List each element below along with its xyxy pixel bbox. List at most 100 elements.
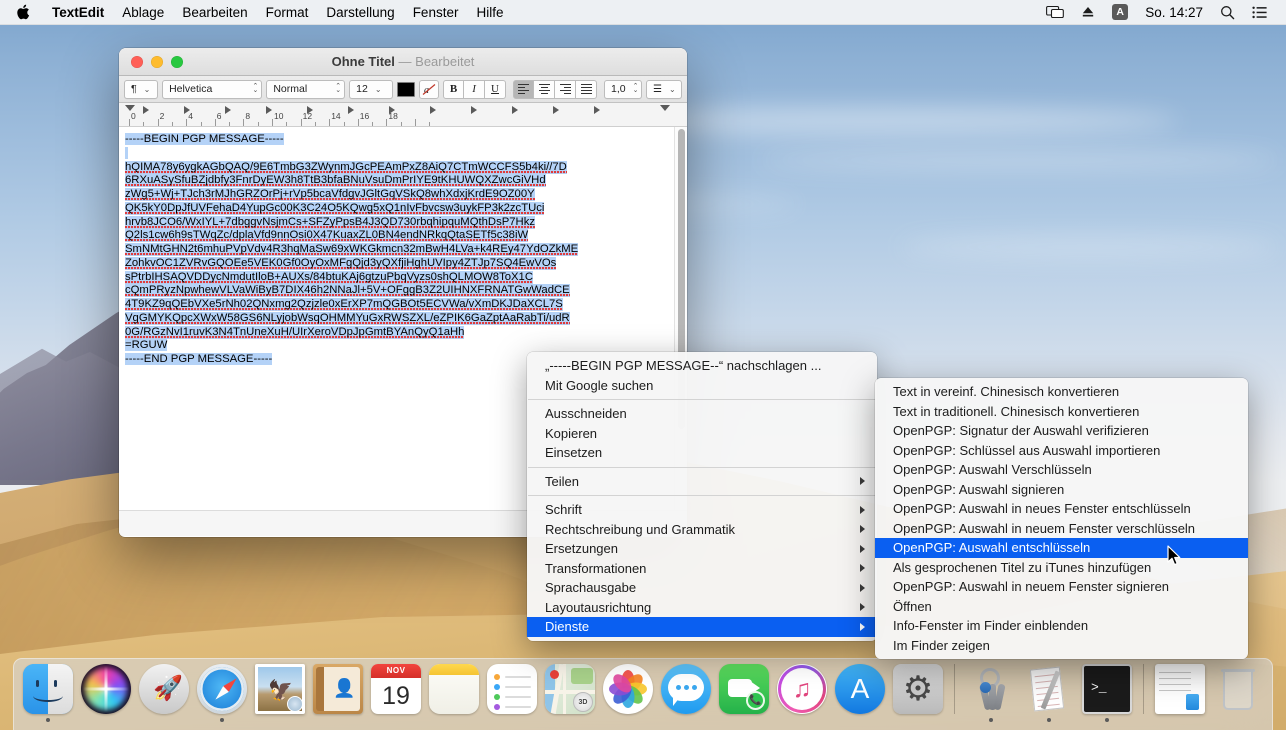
context-menu-item[interactable]: Schrift	[527, 500, 877, 520]
align-left-button[interactable]	[513, 80, 534, 99]
services-submenu-item[interactable]: OpenPGP: Auswahl Verschlüsseln	[875, 460, 1248, 480]
services-submenu-item[interactable]: Text in traditionell. Chinesisch konvert…	[875, 402, 1248, 422]
context-menu-item[interactable]: Mit Google suchen	[527, 376, 877, 396]
paragraph-style-dropdown[interactable]: ¶ ⌄	[124, 80, 158, 99]
apple-logo-icon[interactable]	[0, 4, 43, 20]
menu-bearbeiten[interactable]: Bearbeiten	[173, 0, 256, 25]
dock-item-contacts[interactable]: 👤	[310, 664, 366, 726]
list-style-select[interactable]: ☰ ⌄	[646, 80, 682, 99]
screen-mirroring-icon[interactable]	[1039, 5, 1071, 19]
services-submenu-item[interactable]: OpenPGP: Auswahl entschlüsseln	[875, 538, 1248, 558]
dock-item-siri[interactable]	[78, 664, 134, 726]
align-right-button[interactable]	[555, 80, 576, 99]
ruler-tab-stop[interactable]	[307, 106, 313, 114]
alignment-buttons	[513, 80, 597, 99]
dock-item-notes[interactable]	[426, 664, 482, 726]
ruler-tab-stop[interactable]	[143, 106, 149, 114]
dock-item-mail[interactable]: 🦅	[252, 664, 308, 726]
text-color-swatch[interactable]	[397, 82, 416, 97]
services-submenu-item[interactable]: Als gesprochenen Titel zu iTunes hinzufü…	[875, 558, 1248, 578]
font-family-select[interactable]: Helvetica ⌃⌄	[162, 80, 262, 99]
dock-item-finder-window-stack[interactable]	[1152, 664, 1208, 726]
highlight-color-button[interactable]: a	[419, 80, 439, 99]
dock-item-facetime[interactable]: 📞	[716, 664, 772, 726]
menu-ablage[interactable]: Ablage	[113, 0, 173, 25]
context-menu[interactable]: „-----BEGIN PGP MESSAGE--“ nachschlagen …	[527, 352, 877, 641]
context-menu-item[interactable]: Einsetzen	[527, 443, 877, 463]
services-submenu-item[interactable]: Im Finder zeigen	[875, 636, 1248, 656]
dock-item-textedit[interactable]	[1021, 664, 1077, 726]
dock-item-safari[interactable]	[194, 664, 250, 726]
ruler-tab-stop[interactable]	[512, 106, 518, 114]
context-menu-item[interactable]: Transformationen	[527, 559, 877, 579]
ruler-right-indent-marker[interactable]	[660, 105, 670, 111]
services-submenu-item[interactable]: OpenPGP: Schlüssel aus Auswahl importier…	[875, 441, 1248, 461]
services-submenu-item[interactable]: OpenPGP: Auswahl in neues Fenster entsch…	[875, 499, 1248, 519]
services-submenu-item[interactable]: Öffnen	[875, 597, 1248, 617]
ruler-tab-stop[interactable]	[348, 106, 354, 114]
dock-item-trash[interactable]	[1210, 664, 1266, 726]
menu-hilfe[interactable]: Hilfe	[467, 0, 512, 25]
dock-item-terminal[interactable]: >_	[1079, 664, 1135, 726]
underline-button[interactable]: U	[485, 80, 506, 99]
close-button[interactable]	[131, 56, 143, 68]
menu-bar-clock[interactable]: So. 14:27	[1138, 5, 1210, 20]
dock-item-appstore[interactable]: A	[832, 664, 888, 726]
services-submenu-item[interactable]: Info-Fenster im Finder einblenden	[875, 616, 1248, 636]
context-menu-item[interactable]: „-----BEGIN PGP MESSAGE--“ nachschlagen …	[527, 356, 877, 376]
document-ruler[interactable]: 024681012141618	[119, 103, 687, 127]
menu-fenster[interactable]: Fenster	[404, 0, 468, 25]
dock[interactable]: 🚀 🦅 👤 NOV 19	[13, 658, 1273, 730]
ruler-tab-stop[interactable]	[594, 106, 600, 114]
dock-item-calendar[interactable]: NOV 19	[368, 664, 424, 726]
services-submenu[interactable]: Text in vereinf. Chinesisch konvertieren…	[875, 378, 1248, 659]
dock-item-finder[interactable]	[20, 664, 76, 726]
zoom-button[interactable]	[171, 56, 183, 68]
dock-item-maps[interactable]: 3D	[542, 664, 598, 726]
italic-button[interactable]: I	[464, 80, 485, 99]
dock-item-launchpad[interactable]: 🚀	[136, 664, 192, 726]
font-style-select[interactable]: Normal ⌃⌄	[266, 80, 345, 99]
context-menu-item[interactable]: Sprachausgabe	[527, 578, 877, 598]
context-menu-item[interactable]: Teilen	[527, 472, 877, 492]
align-center-button[interactable]	[534, 80, 555, 99]
line-spacing-select[interactable]: 1,0 ⌃⌄	[604, 80, 642, 99]
search-icon[interactable]	[1213, 5, 1242, 20]
context-menu-item[interactable]: Rechtschreibung und Grammatik	[527, 520, 877, 540]
font-size-select[interactable]: 12 ⌄	[349, 80, 392, 99]
ruler-tab-stop[interactable]	[430, 106, 436, 114]
context-menu-item[interactable]: Ausschneiden	[527, 404, 877, 424]
ruler-tab-stop[interactable]	[389, 106, 395, 114]
dock-item-system-preferences[interactable]: ⚙	[890, 664, 946, 726]
context-menu-item[interactable]: Dienste	[527, 617, 877, 637]
window-title-bar[interactable]: Ohne Titel — Bearbeitet	[119, 48, 687, 76]
ruler-tab-stop[interactable]	[553, 106, 559, 114]
menu-textedit[interactable]: TextEdit	[43, 0, 113, 25]
align-justify-button[interactable]	[576, 80, 597, 99]
dock-item-reminders[interactable]	[484, 664, 540, 726]
dock-item-keychain-access[interactable]	[963, 664, 1019, 726]
dock-item-photos[interactable]	[600, 664, 656, 726]
bold-button[interactable]: B	[443, 80, 464, 99]
context-menu-item[interactable]: Ersetzungen	[527, 539, 877, 559]
input-source-indicator[interactable]: A	[1105, 4, 1135, 20]
ruler-tab-stop[interactable]	[225, 106, 231, 114]
ruler-tab-stop[interactable]	[471, 106, 477, 114]
control-center-list-icon[interactable]	[1245, 6, 1274, 19]
ruler-tab-stop[interactable]	[184, 106, 190, 114]
services-submenu-item[interactable]: OpenPGP: Signatur der Auswahl verifizier…	[875, 421, 1248, 441]
eject-icon[interactable]	[1074, 5, 1102, 19]
services-submenu-item[interactable]: Text in vereinf. Chinesisch konvertieren	[875, 382, 1248, 402]
ruler-left-indent-marker[interactable]	[125, 105, 135, 111]
minimize-button[interactable]	[151, 56, 163, 68]
dock-item-messages[interactable]	[658, 664, 714, 726]
menu-format[interactable]: Format	[257, 0, 318, 25]
ruler-tab-stop[interactable]	[266, 106, 272, 114]
services-submenu-item[interactable]: OpenPGP: Auswahl signieren	[875, 480, 1248, 500]
services-submenu-item[interactable]: OpenPGP: Auswahl in neuem Fenster signie…	[875, 577, 1248, 597]
context-menu-item[interactable]: Layoutausrichtung	[527, 598, 877, 618]
menu-darstellung[interactable]: Darstellung	[317, 0, 403, 25]
dock-item-itunes[interactable]: ♫	[774, 664, 830, 726]
services-submenu-item[interactable]: OpenPGP: Auswahl in neuem Fenster versch…	[875, 519, 1248, 539]
context-menu-item[interactable]: Kopieren	[527, 424, 877, 444]
